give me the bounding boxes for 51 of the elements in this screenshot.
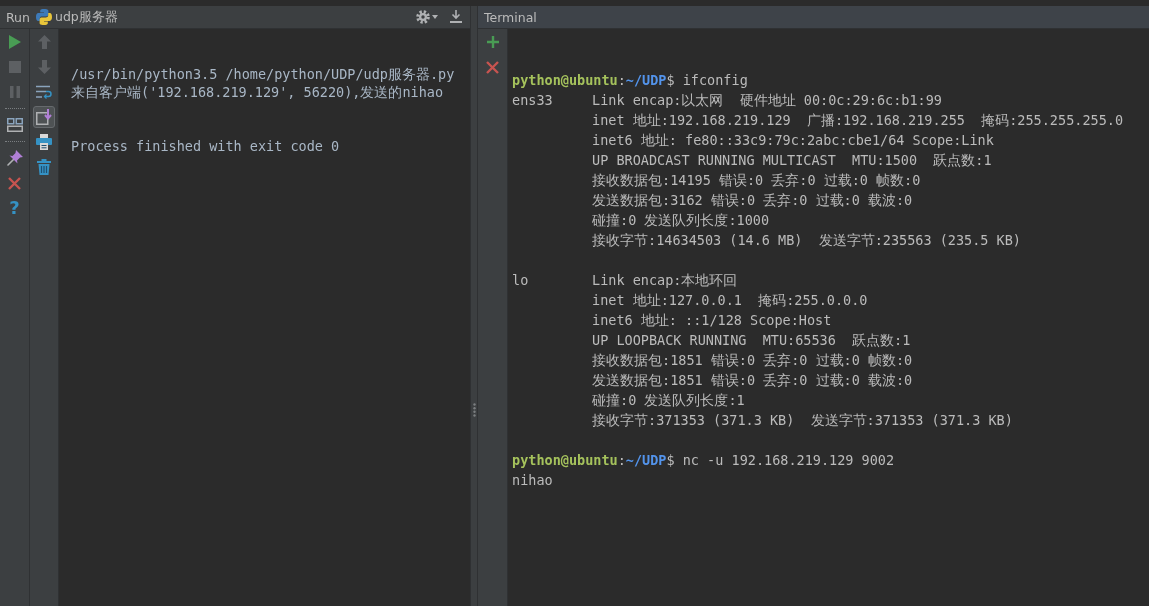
help-button[interactable]: ? — [3, 197, 26, 219]
trash-icon — [37, 159, 51, 175]
close-icon — [8, 176, 21, 190]
plus-icon — [486, 36, 499, 48]
interface-detail-line: UP BROADCAST RUNNING MULTICAST MTU:1500 跃点数:1 — [592, 151, 992, 170]
python-icon — [35, 9, 52, 25]
hide-button[interactable] — [450, 10, 462, 24]
interface-detail-line: 发送数据包:3162 错误:0 丢弃:0 过载:0 载波:0 — [592, 191, 913, 210]
settings-button[interactable] — [416, 10, 438, 24]
interface-detail-line: 接收数据包:14195 错误:0 丢弃:0 过载:0 帧数:0 — [592, 171, 921, 190]
caret-icon — [432, 15, 438, 19]
run-config-tab[interactable]: udp服务器 — [35, 8, 118, 26]
terminal-prompt-line: python@ubuntu:~/UDP$ ifconfig — [512, 71, 748, 90]
console-command-line: /usr/bin/python3.5 /home/python/UDP/udp服务器.py — [71, 65, 455, 83]
interface-detail-line: Link encap:本地环回 — [592, 271, 738, 290]
interface-detail-line: UP LOOPBACK RUNNING MTU:65536 跃点数:1 — [592, 331, 911, 350]
printer-icon — [36, 134, 52, 150]
run-icon — [8, 35, 21, 49]
panel-title: Run — [6, 9, 30, 25]
console-output-line: 来自客户端('192.168.219.129', 56220),发送的nihao — [71, 83, 444, 101]
interface-name: ens33 — [512, 91, 553, 110]
panel-title: Terminal — [484, 9, 537, 25]
interface-detail-line: 发送数据包:1851 错误:0 丢弃:0 过载:0 载波:0 — [592, 371, 913, 390]
scroll-to-end-icon — [36, 109, 52, 125]
print-button[interactable] — [33, 131, 55, 153]
interface-detail-line: 接收字节:14634503 (14.6 MB) 发送字节:235563 (235.5 KB) — [592, 231, 1021, 250]
drag-handle-icon — [472, 403, 476, 417]
stop-icon — [8, 61, 21, 73]
terminal-prompt-line: python@ubuntu:~/UDP$ nc -u 192.168.219.129 9002 — [512, 451, 895, 470]
interface-detail-line: 碰撞:0 发送队列长度:1000 — [592, 211, 770, 230]
interface-detail-line: 碰撞:0 发送队列长度:1 — [592, 391, 745, 410]
arrow-up-icon — [37, 35, 51, 49]
arrow-down-icon — [37, 60, 51, 74]
interface-detail-line: inet 地址:127.0.0.1 掩码:255.0.0.0 — [592, 291, 868, 310]
layout-icon — [6, 118, 23, 132]
pause-icon — [9, 86, 20, 98]
interface-detail-line: inet6 地址: ::1/128 Scope:Host — [592, 311, 832, 330]
interface-detail-line: inet 地址:192.168.219.129 广播:192.168.219.255 掩码:255.255.255.0 — [592, 111, 1124, 130]
interface-detail-line: Link encap:以太网 硬件地址 00:0c:29:6c:b1:99 — [592, 91, 942, 110]
console-exit-message: Process finished with exit code 0 — [71, 137, 340, 155]
terminal-output-line: nihao — [512, 471, 553, 490]
interface-detail-line: 接收字节:371353 (371.3 KB) 发送字节:371353 (371.3 KB) — [592, 411, 1013, 430]
scroll-to-end-button[interactable] — [33, 106, 55, 128]
hide-icon — [450, 10, 462, 24]
interface-name: lo — [512, 271, 529, 290]
close-icon — [486, 60, 499, 74]
pushpin-icon — [6, 150, 23, 166]
soft-wrap-icon — [36, 85, 52, 99]
interface-detail-line: 接收数据包:1851 错误:0 丢弃:0 过载:0 帧数:0 — [592, 351, 913, 370]
interface-detail-line: inet6 地址: fe80::33c9:79c:2abc:cbe1/64 Scope:Link — [592, 131, 994, 150]
settings-icon — [416, 10, 430, 24]
